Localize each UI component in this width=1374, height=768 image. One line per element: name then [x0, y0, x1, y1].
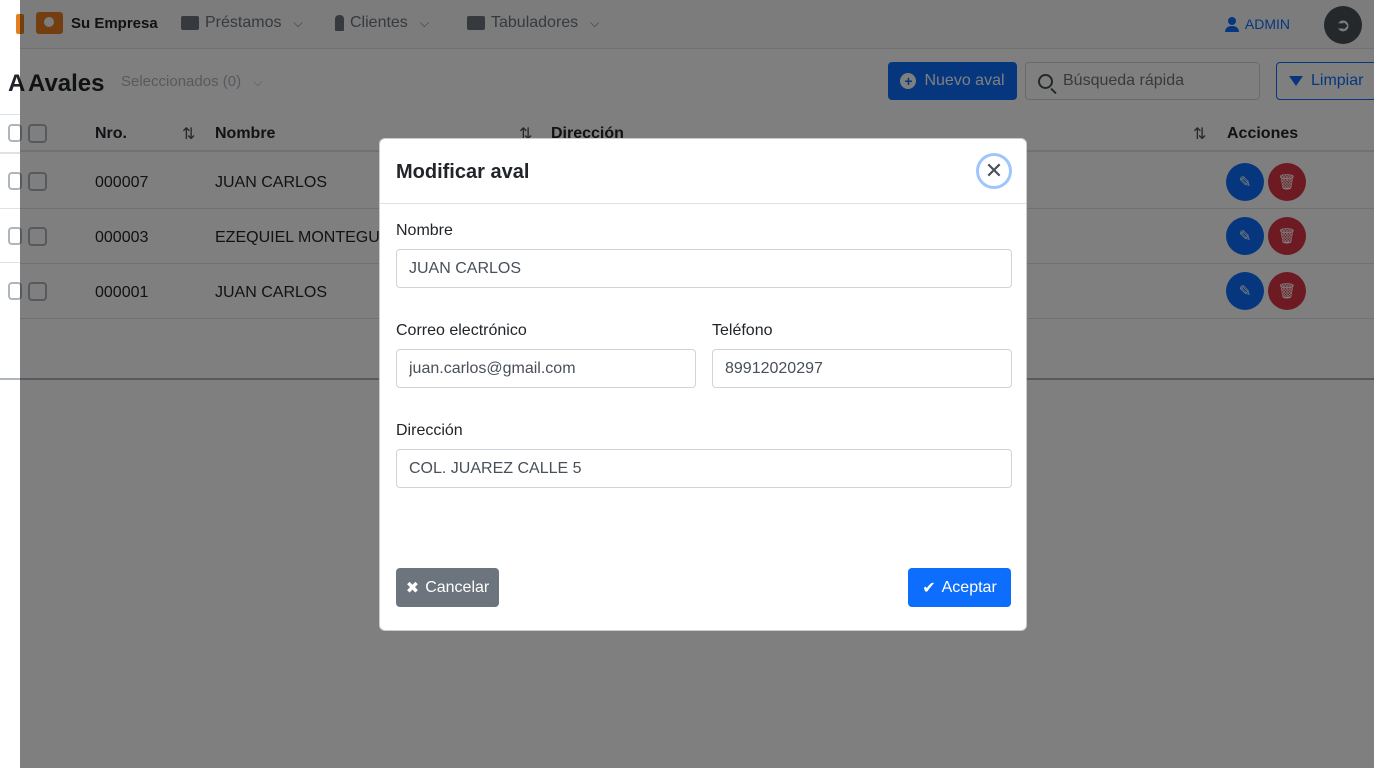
- ghost-divider: [0, 152, 20, 154]
- nombre-field[interactable]: [396, 249, 1012, 288]
- nombre-label: Nombre: [396, 222, 453, 239]
- ghost-divider: [0, 114, 20, 115]
- cancel-button[interactable]: ✖ Cancelar: [396, 568, 499, 607]
- telefono-label: Teléfono: [712, 322, 773, 339]
- accept-label: Aceptar: [941, 578, 997, 596]
- accept-button[interactable]: ✔ Aceptar: [908, 568, 1011, 607]
- check-icon: ✔: [922, 579, 936, 597]
- address-field[interactable]: [396, 449, 1012, 488]
- close-icon: ✕: [984, 158, 1004, 183]
- ghost-divider: [0, 378, 20, 380]
- cancel-label: Cancelar: [425, 578, 490, 596]
- ghost-divider: [0, 262, 20, 263]
- modal-title: Modificar aval: [396, 161, 530, 183]
- x-icon: ✖: [405, 579, 420, 597]
- modal-header: Modificar aval ✕: [380, 139, 1026, 204]
- edit-aval-modal: Modificar aval ✕ Nombre Correo electróni…: [379, 138, 1027, 631]
- close-button[interactable]: ✕: [976, 153, 1012, 189]
- direccion-label: Dirección: [396, 422, 463, 439]
- phone-field[interactable]: [712, 349, 1012, 388]
- email-field[interactable]: [396, 349, 696, 388]
- ghost-page-strip: A: [0, 0, 25, 768]
- ghost-divider: [0, 208, 20, 209]
- correo-label: Correo electrónico: [396, 322, 527, 339]
